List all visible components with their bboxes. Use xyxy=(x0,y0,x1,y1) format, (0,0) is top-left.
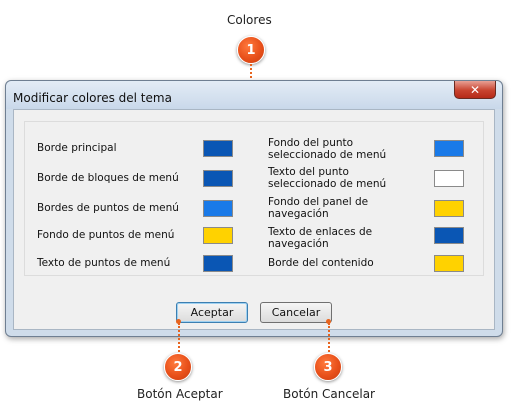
color-label-content-border: Borde del contenido xyxy=(268,257,374,269)
dialog-title: Modificar colores del tema xyxy=(13,91,172,105)
color-swatch-menu-item-background[interactable] xyxy=(203,227,233,244)
color-swatch-menu-item-text[interactable] xyxy=(203,255,233,272)
color-swatch-nav-panel-background[interactable] xyxy=(434,200,464,217)
dialog-client-area: Borde principal Borde de bloques de menú… xyxy=(13,109,495,330)
color-label-menu-item-text: Texto de puntos de menú xyxy=(37,257,171,269)
color-swatch-menu-item-borders[interactable] xyxy=(203,200,233,217)
color-swatch-main-border[interactable] xyxy=(203,140,233,157)
callout-leader-2 xyxy=(178,323,180,352)
color-label-selected-item-background: Fondo del punto seleccionado de menú xyxy=(268,137,387,161)
callout-cancelar-label: Botón Cancelar xyxy=(283,387,375,401)
cancel-button[interactable]: Cancelar xyxy=(260,302,332,323)
callout-aceptar-label: Botón Aceptar xyxy=(137,387,223,401)
color-swatch-content-border[interactable] xyxy=(434,255,464,272)
callout-badge-1: 1 xyxy=(237,36,265,64)
color-swatch-selected-item-text[interactable] xyxy=(434,170,464,187)
close-icon: ✕ xyxy=(469,82,481,97)
color-swatch-menu-block-border[interactable] xyxy=(203,170,233,187)
color-label-nav-link-text: Texto de enlaces de navegación xyxy=(268,226,373,250)
theme-colors-dialog: Modificar colores del tema ✕ Borde princ… xyxy=(5,80,503,337)
color-label-menu-block-border: Borde de bloques de menú xyxy=(37,172,179,184)
close-button[interactable]: ✕ xyxy=(454,81,496,99)
color-label-menu-item-background: Fondo de puntos de menú xyxy=(37,229,175,241)
color-settings-group: Borde principal Borde de bloques de menú… xyxy=(24,121,484,276)
callout-colores-label: Colores xyxy=(227,13,272,27)
color-swatch-nav-link-text[interactable] xyxy=(434,227,464,244)
color-label-selected-item-text: Texto del punto seleccionado de menú xyxy=(268,166,387,190)
dialog-titlebar[interactable]: Modificar colores del tema ✕ xyxy=(6,81,502,109)
color-label-main-border: Borde principal xyxy=(37,142,117,154)
callout-leader-3 xyxy=(328,323,330,352)
color-label-menu-item-borders: Bordes de puntos de menú xyxy=(37,202,179,214)
callout-badge-3: 3 xyxy=(314,353,342,381)
color-label-nav-panel-background: Fondo del panel de navegación xyxy=(268,196,369,220)
accept-button[interactable]: Aceptar xyxy=(176,302,248,323)
color-swatch-selected-item-background[interactable] xyxy=(434,140,464,157)
callout-badge-2: 2 xyxy=(164,353,192,381)
